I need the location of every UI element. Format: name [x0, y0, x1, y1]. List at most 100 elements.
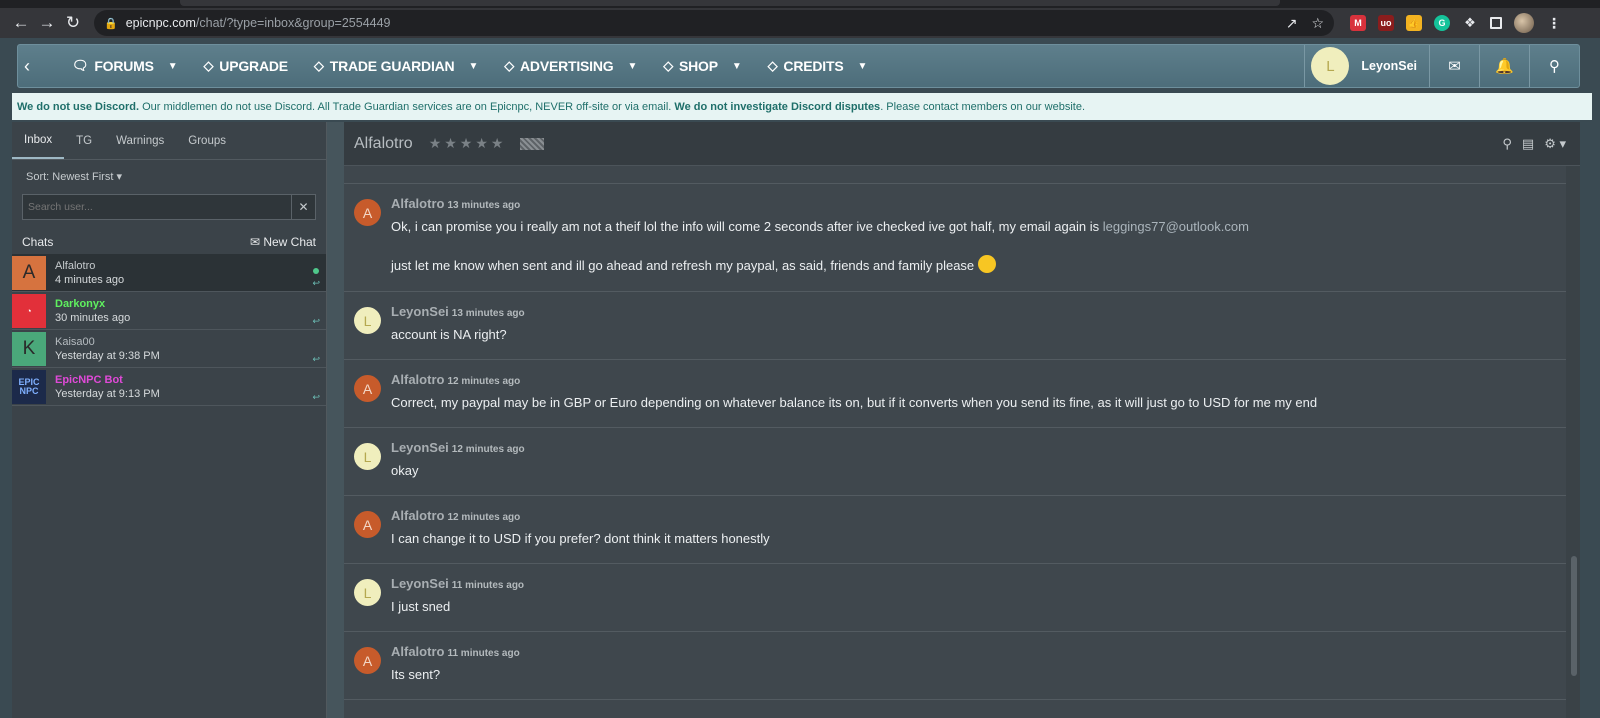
tab-strip[interactable] — [180, 0, 1280, 6]
left-rail — [327, 122, 344, 718]
message-text: okay — [391, 463, 419, 478]
caret-down-icon[interactable]: ▼ — [468, 61, 478, 72]
menu-kebab-icon[interactable]: ⋮ — [1546, 15, 1562, 31]
chat-list-item[interactable]: K Kaisa00 Yesterday at 9:38 PM ↩ — [12, 330, 326, 368]
bell-icon[interactable]: 🔔 — [1479, 45, 1529, 87]
user-name[interactable]: LeyonSei — [1361, 59, 1417, 73]
message-author[interactable]: Alfalotro — [391, 644, 444, 659]
user-avatar[interactable]: L — [1311, 47, 1350, 85]
caret-down-icon[interactable]: ▼ — [857, 61, 867, 72]
url-path: /chat/?type=inbox&group=2554449 — [195, 16, 391, 30]
browser-toolbar: ← → ↻ 🔒 epicnpc.com/chat/?type=inbox&gro… — [0, 8, 1600, 38]
user-menu[interactable]: L LeyonSei — [1304, 45, 1429, 87]
extension-grammarly-icon[interactable]: G — [1434, 15, 1450, 31]
sort-dropdown[interactable]: Sort: Newest First ▾ — [12, 160, 326, 183]
epicnpc-logo-icon: EPIC NPC — [18, 377, 40, 396]
message: L LeyonSei 13 minutes ago account is NA rig… — [344, 292, 1566, 360]
profile-avatar[interactable] — [1514, 13, 1534, 33]
nav-right: L LeyonSei ✉ 🔔 ⚲ — [1304, 45, 1579, 87]
nav-item-advertising[interactable]: ◇ ADVERTISING ▼ — [504, 58, 637, 74]
tab-inbox[interactable]: Inbox — [12, 122, 65, 159]
extension-thumb-icon[interactable]: 👍 — [1406, 15, 1422, 31]
nav-item-credits[interactable]: ◇ CREDITS ▼ — [768, 58, 868, 74]
reload-icon[interactable]: ↻ — [60, 10, 86, 36]
chat-name: Darkonyx — [55, 297, 106, 310]
nav-item-trade-guardian[interactable]: ◇ TRADE GUARDIAN ▼ — [314, 58, 478, 74]
scrollbar-thumb[interactable] — [1571, 556, 1577, 676]
smile-emoji-icon — [977, 255, 996, 273]
new-chat-button[interactable]: ✉ New Chat — [250, 235, 316, 249]
message-author[interactable]: Alfalotro — [391, 372, 444, 387]
message: A Alfalotro 11 minutes ago Its sent? — [344, 632, 1566, 700]
clear-search-icon[interactable]: ✕ — [291, 195, 315, 219]
chat-list-item[interactable]: ◔ Darkonyx 30 minutes ago ↩ — [12, 292, 326, 330]
nav-item-label: SHOP — [679, 58, 718, 74]
chat-name: Kaisa00 — [55, 335, 95, 348]
message-time: 12 minutes ago — [447, 376, 521, 387]
settings-gear-icon[interactable]: ⚙ ▾ — [1544, 136, 1566, 152]
notice-bold-1: We do not use Discord. — [17, 100, 140, 113]
chat-avatar: K — [12, 332, 46, 366]
message-avatar[interactable]: A — [354, 375, 381, 402]
sort-label: Sort: Newest First — [26, 171, 114, 183]
tab-groups[interactable]: Groups — [176, 122, 238, 159]
extension-ublock-icon[interactable]: uo — [1378, 15, 1394, 31]
scrollbar[interactable] — [1566, 166, 1580, 718]
nav-items: 🗨 FORUMS ▼ ◇ UPGRADE ◇ TRADE GUARDIAN ▼ ◇ ADVERTI… — [46, 58, 867, 74]
search-messages-icon[interactable]: ⚲ — [1502, 136, 1512, 152]
back-arrow-icon[interactable]: ← — [8, 10, 34, 36]
new-chat-icon: ✉ — [249, 235, 260, 249]
message-time: 12 minutes ago — [451, 444, 525, 455]
message-avatar[interactable]: A — [354, 199, 381, 226]
message-author[interactable]: Alfalotro — [391, 508, 444, 523]
message-avatar[interactable]: L — [354, 579, 381, 606]
chat-avatar: EPIC NPC — [12, 370, 46, 404]
chat-list-item[interactable]: EPIC NPC EpicNPC Bot Yesterday at 9:13 PM ↩ — [12, 368, 326, 406]
caret-down-icon[interactable]: ▼ — [732, 61, 742, 72]
chat-list: A Alfalotro 4 minutes ago ↩ ◔ Darkonyx 30 minu… — [12, 254, 326, 406]
extensions-puzzle-icon[interactable]: ❖ — [1462, 15, 1478, 31]
rating-stars-icon: ★★★★★ — [428, 135, 507, 151]
message-avatar[interactable]: L — [354, 307, 381, 334]
message-text: I can change it to USD if you prefer? do… — [391, 531, 770, 546]
replied-arrow-icon: ↩ — [312, 278, 320, 288]
message-author[interactable]: LeyonSei — [391, 576, 449, 591]
tab-warnings[interactable]: Warnings — [104, 122, 176, 159]
forward-arrow-icon[interactable]: → — [34, 10, 60, 36]
extension-gmail-icon[interactable]: M — [1350, 15, 1366, 31]
caret-down-icon[interactable]: ▼ — [627, 61, 637, 72]
lock-icon[interactable]: 🔒 — [104, 17, 118, 30]
side-panel-icon[interactable] — [1490, 17, 1502, 29]
share-icon[interactable]: ↗ — [1286, 15, 1298, 32]
tag-icon: ◇ — [767, 58, 778, 73]
message-text: account is NA right? — [391, 327, 507, 342]
nav-item-upgrade[interactable]: ◇ UPGRADE — [203, 58, 288, 74]
back-chevron-icon[interactable]: ‹ — [24, 56, 46, 77]
caret-down-icon[interactable]: ▼ — [168, 61, 178, 72]
nav-item-label: CREDITS — [783, 58, 844, 74]
message-author[interactable]: Alfalotro — [391, 196, 444, 211]
email-link[interactable]: leggings77@outlook.com — [1103, 219, 1249, 234]
conversation-title[interactable]: Alfalotro — [354, 135, 413, 153]
search-icon[interactable]: ⚲ — [1529, 45, 1579, 87]
message: L LeyonSei 12 minutes ago okay — [344, 428, 1566, 496]
nav-item-shop[interactable]: ◇ SHOP ▼ — [663, 58, 742, 74]
message-avatar[interactable]: L — [354, 443, 381, 470]
message-author[interactable]: LeyonSei — [391, 440, 449, 455]
message-avatar[interactable]: A — [354, 511, 381, 538]
notice-bold-2: We do not investigate Discord disputes — [674, 100, 881, 113]
message-author[interactable]: LeyonSei — [391, 304, 449, 319]
notes-icon[interactable]: ▤ — [1522, 136, 1534, 152]
nav-item-forums[interactable]: 🗨 FORUMS ▼ — [72, 58, 178, 74]
chat-time: Yesterday at 9:13 PM — [55, 387, 160, 400]
chat-list-item[interactable]: A Alfalotro 4 minutes ago ↩ — [12, 254, 326, 292]
address-bar[interactable]: 🔒 epicnpc.com/chat/?type=inbox&group=255… — [94, 10, 1334, 36]
envelope-icon[interactable]: ✉ — [1429, 45, 1479, 87]
message-avatar[interactable]: A — [354, 647, 381, 674]
bookmark-star-icon[interactable]: ☆ — [1311, 15, 1324, 32]
tab-tg[interactable]: TG — [64, 122, 104, 159]
search-user-input[interactable] — [23, 195, 291, 219]
conversation-header: Alfalotro ★★★★★ ⚲ ▤ ⚙ ▾ — [344, 122, 1580, 166]
message-time: 13 minutes ago — [447, 200, 521, 211]
chat-time: Yesterday at 9:38 PM — [55, 349, 160, 362]
